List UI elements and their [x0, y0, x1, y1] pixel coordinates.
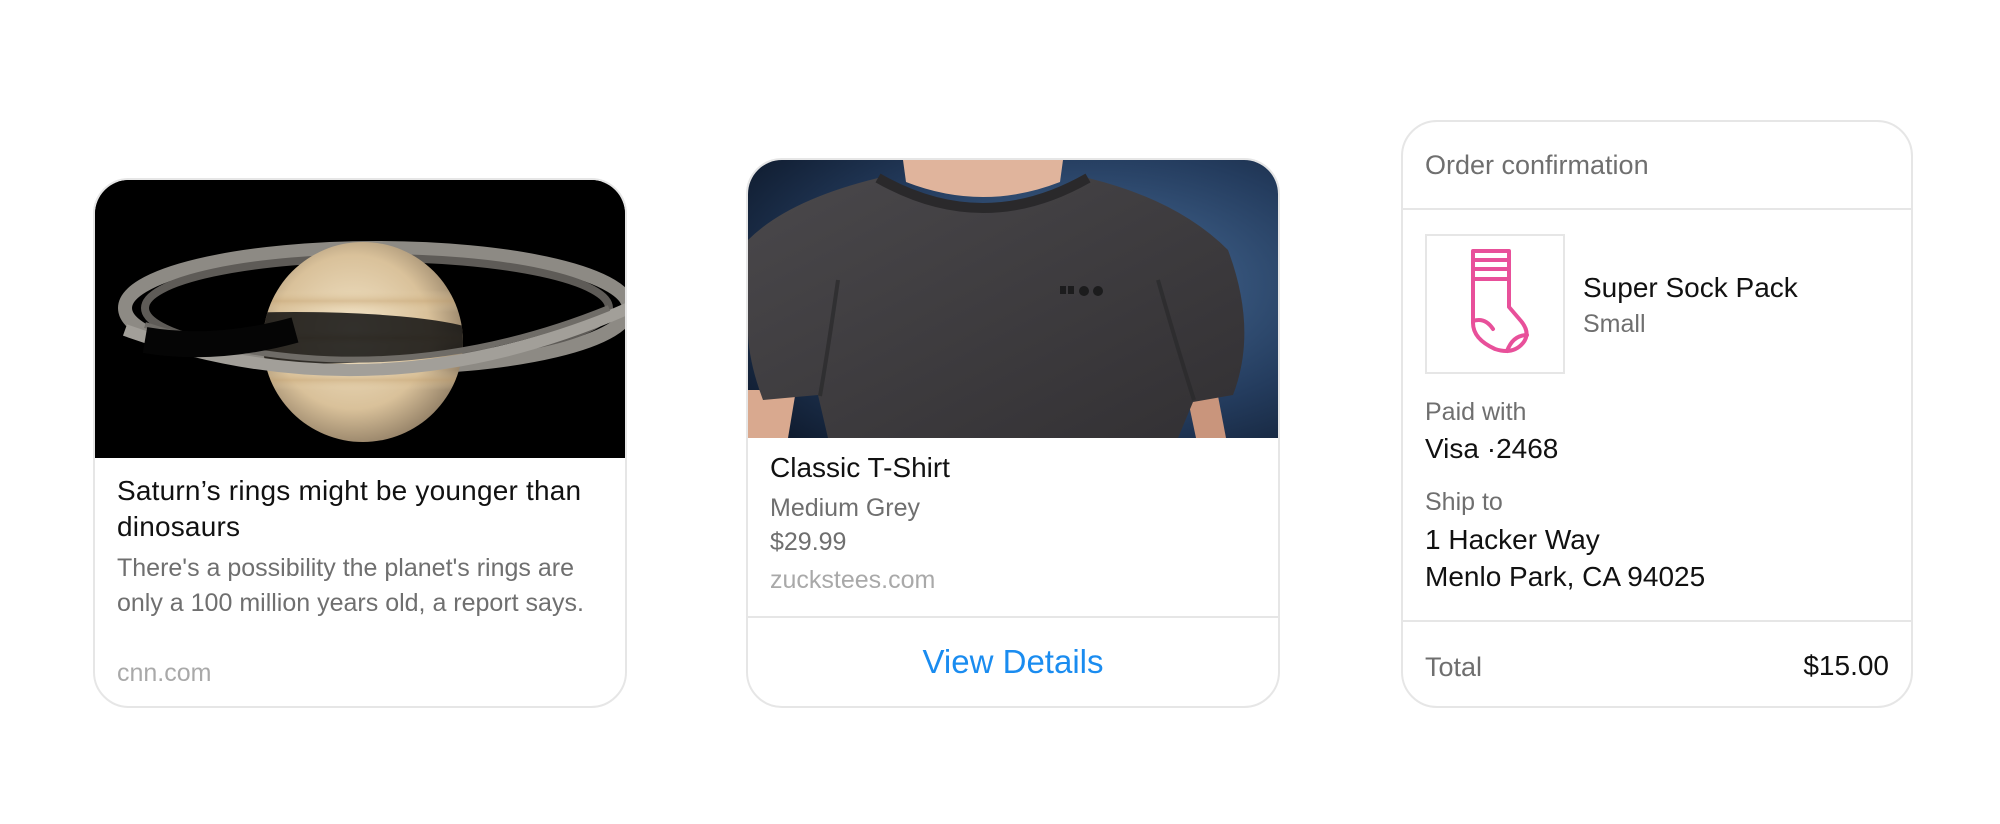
shipping-address-line2: Menlo Park, CA 94025 — [1425, 561, 1706, 592]
shipping-label: Ship to — [1425, 488, 1503, 516]
saturn-image — [95, 180, 625, 458]
receipt-header: Order confirmation — [1425, 150, 1649, 180]
payment-method: Visa ·2468 — [1425, 433, 1559, 464]
total-amount: $15.00 — [1803, 650, 1889, 681]
total-label: Total — [1425, 652, 1483, 682]
product-card: Classic T-Shirt Medium Grey $29.99 zucks… — [746, 158, 1280, 708]
item-thumbnail — [1425, 234, 1565, 374]
receipt-card: Order confirmation Super Sock Pack Small… — [1401, 120, 1913, 708]
product-title: Classic T-Shirt — [770, 452, 950, 483]
product-color: Medium Grey — [770, 494, 921, 522]
tshirt-image — [748, 160, 1278, 438]
sock-icon — [1455, 247, 1535, 362]
article-title: Saturn’s rings might be younger than din… — [117, 475, 582, 542]
divider — [1403, 208, 1911, 210]
item-name: Super Sock Pack — [1583, 272, 1798, 303]
article-description: There's a possibility the planet's rings… — [117, 554, 584, 617]
item-variant: Small — [1583, 310, 1646, 338]
article-card[interactable]: Saturn’s rings might be younger than din… — [93, 178, 627, 708]
article-source: cnn.com — [117, 659, 212, 687]
view-details-button[interactable]: View Details — [748, 618, 1278, 706]
product-source: zuckstees.com — [770, 566, 936, 594]
divider — [1403, 620, 1911, 622]
shipping-address-line1: 1 Hacker Way — [1425, 524, 1600, 555]
product-price: $29.99 — [770, 528, 847, 556]
payment-label: Paid with — [1425, 398, 1527, 426]
